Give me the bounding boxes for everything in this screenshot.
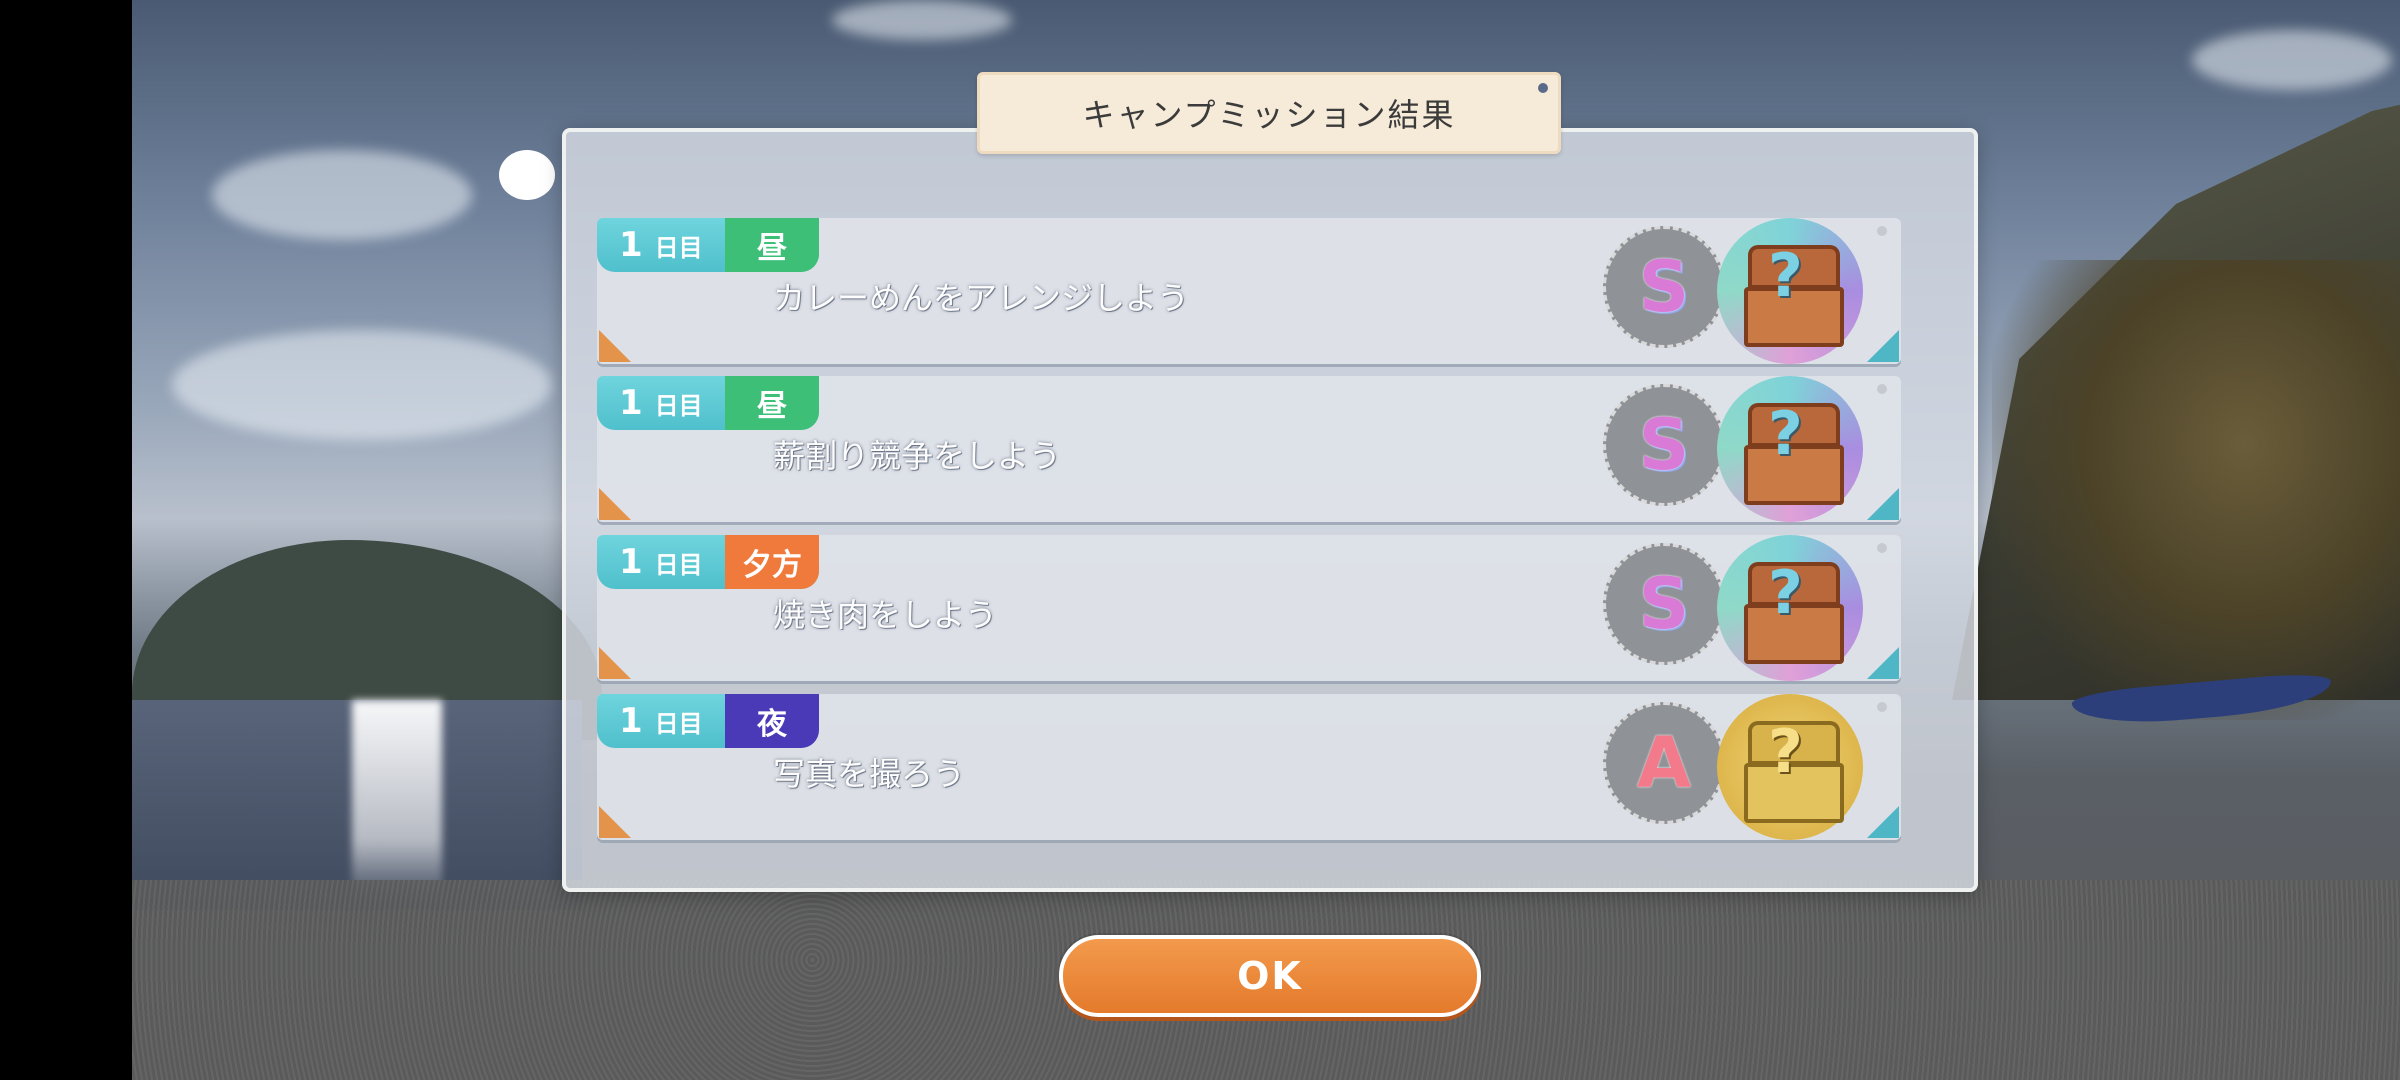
mission-name: 写真を撮ろう: [773, 755, 966, 793]
time-of-day-tag: 夜: [725, 694, 819, 748]
ok-button[interactable]: OK: [1059, 935, 1481, 1017]
rainbow-chest-icon: ?: [1717, 376, 1863, 522]
gold-chest-icon: ?: [1717, 694, 1863, 840]
mission-name: カレーめんをアレンジしよう: [773, 279, 1190, 317]
dialog-title-tab: キャンプミッション結果: [977, 72, 1561, 154]
dialog-title: キャンプミッション結果: [1082, 96, 1456, 134]
rainbow-chest-icon: ?: [1717, 218, 1863, 364]
rank-badge: S: [1603, 384, 1725, 506]
rainbow-chest-icon: ?: [1717, 535, 1863, 681]
mission-row: 1 日目 昼 薪割り競争をしよう S ?: [597, 376, 1901, 522]
time-of-day-tag: 昼: [725, 218, 819, 272]
time-of-day-tag: 夕方: [725, 535, 819, 589]
mission-row: 1 日目 夜 写真を撮ろう A ?: [597, 694, 1901, 840]
mission-row: 1 日目 夕方 焼き肉をしよう S ?: [597, 535, 1901, 681]
mission-name: 薪割り競争をしよう: [773, 437, 1062, 475]
time-of-day-tag: 昼: [725, 376, 819, 430]
mission-row: 1 日目 昼 カレーめんをアレンジしよう S ?: [597, 218, 1901, 364]
rank-badge: A: [1603, 702, 1725, 824]
mission-name: 焼き肉をしよう: [773, 596, 998, 634]
moon: [499, 150, 555, 200]
rank-badge: S: [1603, 543, 1725, 665]
rank-badge: S: [1603, 226, 1725, 348]
